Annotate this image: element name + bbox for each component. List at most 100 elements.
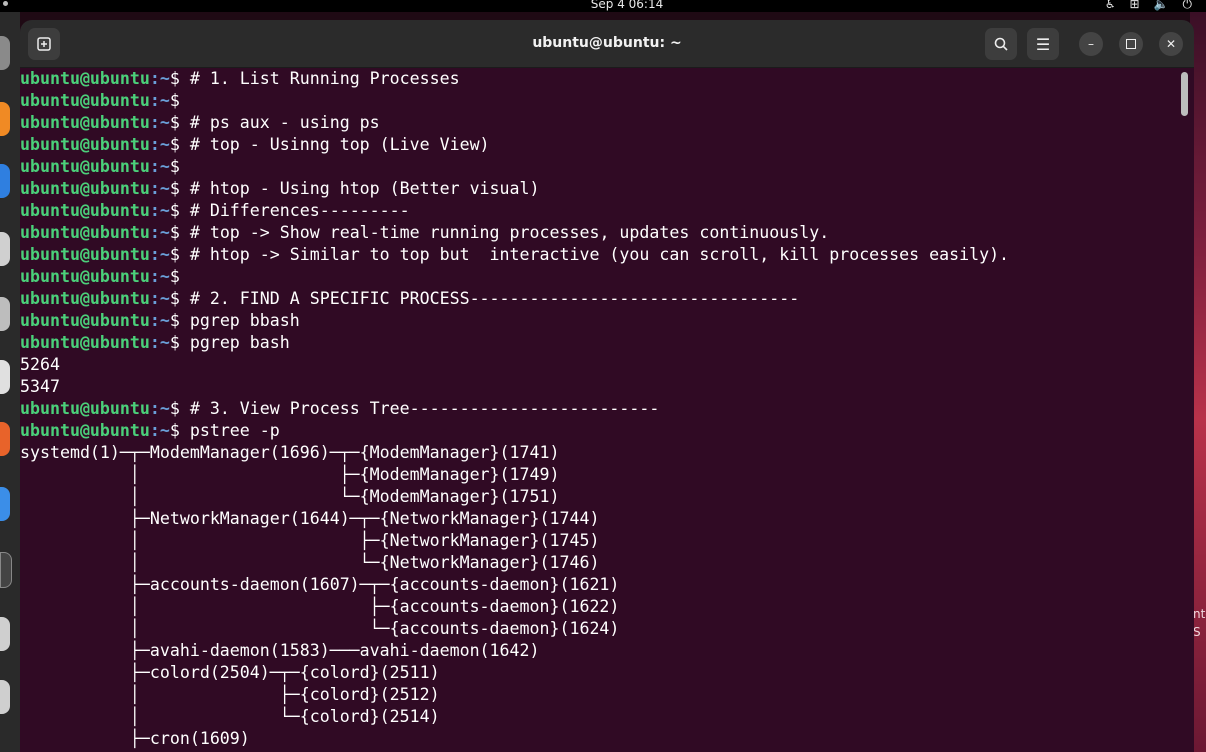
output-line: ├─colord(2504)─┬─{colord}(2511) (20, 663, 440, 682)
prompt-user-host: ubuntu@ubuntu (20, 157, 150, 176)
maximize-button[interactable] (1119, 32, 1143, 56)
minimize-button[interactable]: – (1079, 32, 1103, 56)
output-line: │ ├─{colord}(2512) (20, 685, 440, 704)
output-line: 5264 (20, 355, 60, 374)
output-line: ├─cron(1609) (20, 729, 250, 748)
prompt-path: :~ (149, 421, 170, 440)
prompt-symbol: $ (169, 201, 190, 220)
prompt-user-host: ubuntu@ubuntu (20, 223, 150, 242)
system-tray[interactable]: ♿ ⊞ 🔈 ⏻ (1105, 0, 1192, 12)
prompt-path: :~ (149, 113, 170, 132)
prompt-symbol: $ (169, 135, 190, 154)
command-line: ubuntu@ubuntu:~$ # htop - Using htop (Be… (20, 178, 1180, 200)
writer-icon[interactable] (0, 360, 10, 394)
command-text: # ps aux - using ps (189, 113, 380, 132)
accessibility-icon[interactable]: ♿ (1105, 0, 1116, 12)
output-line: 5347 (20, 377, 60, 396)
prompt-user-host: ubuntu@ubuntu (20, 267, 150, 286)
terminal-icon[interactable] (0, 552, 12, 588)
thunderbird-icon[interactable] (0, 164, 10, 198)
dock-app-icon[interactable] (0, 36, 10, 70)
prompt-symbol: $ (169, 223, 190, 242)
prompt-path: :~ (149, 245, 170, 264)
volume-icon[interactable]: 🔈 (1154, 0, 1169, 12)
command-text: # 2. FIND A SPECIFIC PROCESS------------… (189, 289, 800, 308)
command-line: ubuntu@ubuntu:~$ # htop -> Similar to to… (20, 244, 1180, 266)
output-line: │ ├─{ModemManager}(1749) (20, 465, 560, 484)
desktop-label-fragment: S (1193, 625, 1201, 639)
power-icon[interactable]: ⏻ (1183, 0, 1193, 12)
prompt-symbol: $ (169, 289, 190, 308)
window-title: ubuntu@ubuntu: ~ (532, 35, 682, 51)
terminal-window[interactable]: ubuntu@ubuntu: ~ ☰ – ✕ ubuntu@ubuntu:~$ … (20, 20, 1194, 752)
prompt-symbol: $ (169, 267, 190, 286)
prompt-path: :~ (149, 399, 170, 418)
prompt-symbol: $ (169, 399, 190, 418)
command-line: ubuntu@ubuntu:~$ # top - Usinng top (Liv… (20, 134, 1180, 156)
help-icon[interactable] (0, 487, 10, 521)
command-line: ubuntu@ubuntu:~$ (20, 156, 1180, 178)
command-line: ubuntu@ubuntu:~$ # 2. FIND A SPECIFIC PR… (20, 288, 1180, 310)
terminal-output[interactable]: ubuntu@ubuntu:~$ # 1. List Running Proce… (20, 68, 1180, 752)
prompt-user-host: ubuntu@ubuntu (20, 311, 150, 330)
minimize-icon: – (1088, 37, 1094, 51)
prompt-symbol: $ (169, 421, 190, 440)
command-text: # htop -> Similar to top but interactive… (189, 245, 1010, 264)
prompt-path: :~ (149, 157, 170, 176)
scrollbar-thumb[interactable] (1181, 72, 1188, 116)
prompt-user-host: ubuntu@ubuntu (20, 91, 150, 110)
output-line: │ └─{NetworkManager}(1746) (20, 553, 600, 572)
network-icon[interactable]: ⊞ (1129, 0, 1139, 12)
output-line: ├─avahi-daemon(1583)───avahi-daemon(1642… (20, 641, 540, 660)
files-icon[interactable] (0, 232, 10, 266)
command-line: ubuntu@ubuntu:~$ pgrep bbash (20, 310, 1180, 332)
firefox-icon[interactable] (0, 102, 10, 136)
prompt-user-host: ubuntu@ubuntu (20, 69, 150, 88)
prompt-path: :~ (149, 223, 170, 242)
output-line: │ ├─{accounts-daemon}(1622) (20, 597, 620, 616)
close-icon: ✕ (1165, 37, 1177, 51)
prompt-path: :~ (149, 135, 170, 154)
command-text: # top -> Show real-time running processe… (189, 223, 830, 242)
output-line: │ └─{ModemManager}(1751) (20, 487, 560, 506)
command-text: # top - Usinng top (Live View) (189, 135, 490, 154)
command-line: ubuntu@ubuntu:~$ # Differences--------- (20, 200, 1180, 222)
hamburger-icon: ☰ (1035, 34, 1051, 54)
command-line: ubuntu@ubuntu:~$ # 3. View Process Tree-… (20, 398, 1180, 420)
scrollbar[interactable] (1181, 72, 1188, 744)
prompt-path: :~ (149, 179, 170, 198)
prompt-symbol: $ (169, 157, 190, 176)
prompt-path: :~ (149, 91, 170, 110)
prompt-user-host: ubuntu@ubuntu (20, 113, 150, 132)
command-text: # Differences--------- (189, 201, 410, 220)
command-text: # 3. View Process Tree------------------… (189, 399, 660, 418)
command-text: # 1. List Running Processes (189, 69, 460, 88)
command-line: ubuntu@ubuntu:~$ pstree -p (20, 420, 1180, 442)
prompt-symbol: $ (169, 179, 190, 198)
prompt-symbol: $ (169, 113, 190, 132)
prompt-path: :~ (149, 69, 170, 88)
menu-button[interactable]: ☰ (1027, 28, 1059, 60)
drive-icon[interactable] (0, 617, 10, 651)
search-button[interactable] (985, 28, 1017, 60)
command-line: ubuntu@ubuntu:~$ # top -> Show real-time… (20, 222, 1180, 244)
rhythmbox-icon[interactable] (0, 297, 10, 331)
desktop-label-fragment: nte (1193, 607, 1206, 621)
prompt-user-host: ubuntu@ubuntu (20, 399, 150, 418)
command-text: pgrep bash (189, 333, 290, 352)
prompt-user-host: ubuntu@ubuntu (20, 289, 150, 308)
output-line: │ └─{colord}(2514) (20, 707, 440, 726)
drive-icon[interactable] (0, 680, 10, 714)
clock[interactable]: Sep 4 06:14 (0, 0, 1206, 11)
close-button[interactable]: ✕ (1159, 32, 1183, 56)
command-line: ubuntu@ubuntu:~$ # ps aux - using ps (20, 112, 1180, 134)
prompt-path: :~ (149, 289, 170, 308)
output-line: │ ├─{NetworkManager}(1745) (20, 531, 600, 550)
command-line: ubuntu@ubuntu:~$ pgrep bash (20, 332, 1180, 354)
prompt-symbol: $ (169, 311, 190, 330)
prompt-symbol: $ (169, 69, 190, 88)
header-bar[interactable]: ubuntu@ubuntu: ~ ☰ – ✕ (20, 20, 1194, 68)
command-line: ubuntu@ubuntu:~$ # 1. List Running Proce… (20, 68, 1180, 90)
prompt-user-host: ubuntu@ubuntu (20, 421, 150, 440)
app-center-icon[interactable] (0, 422, 10, 456)
